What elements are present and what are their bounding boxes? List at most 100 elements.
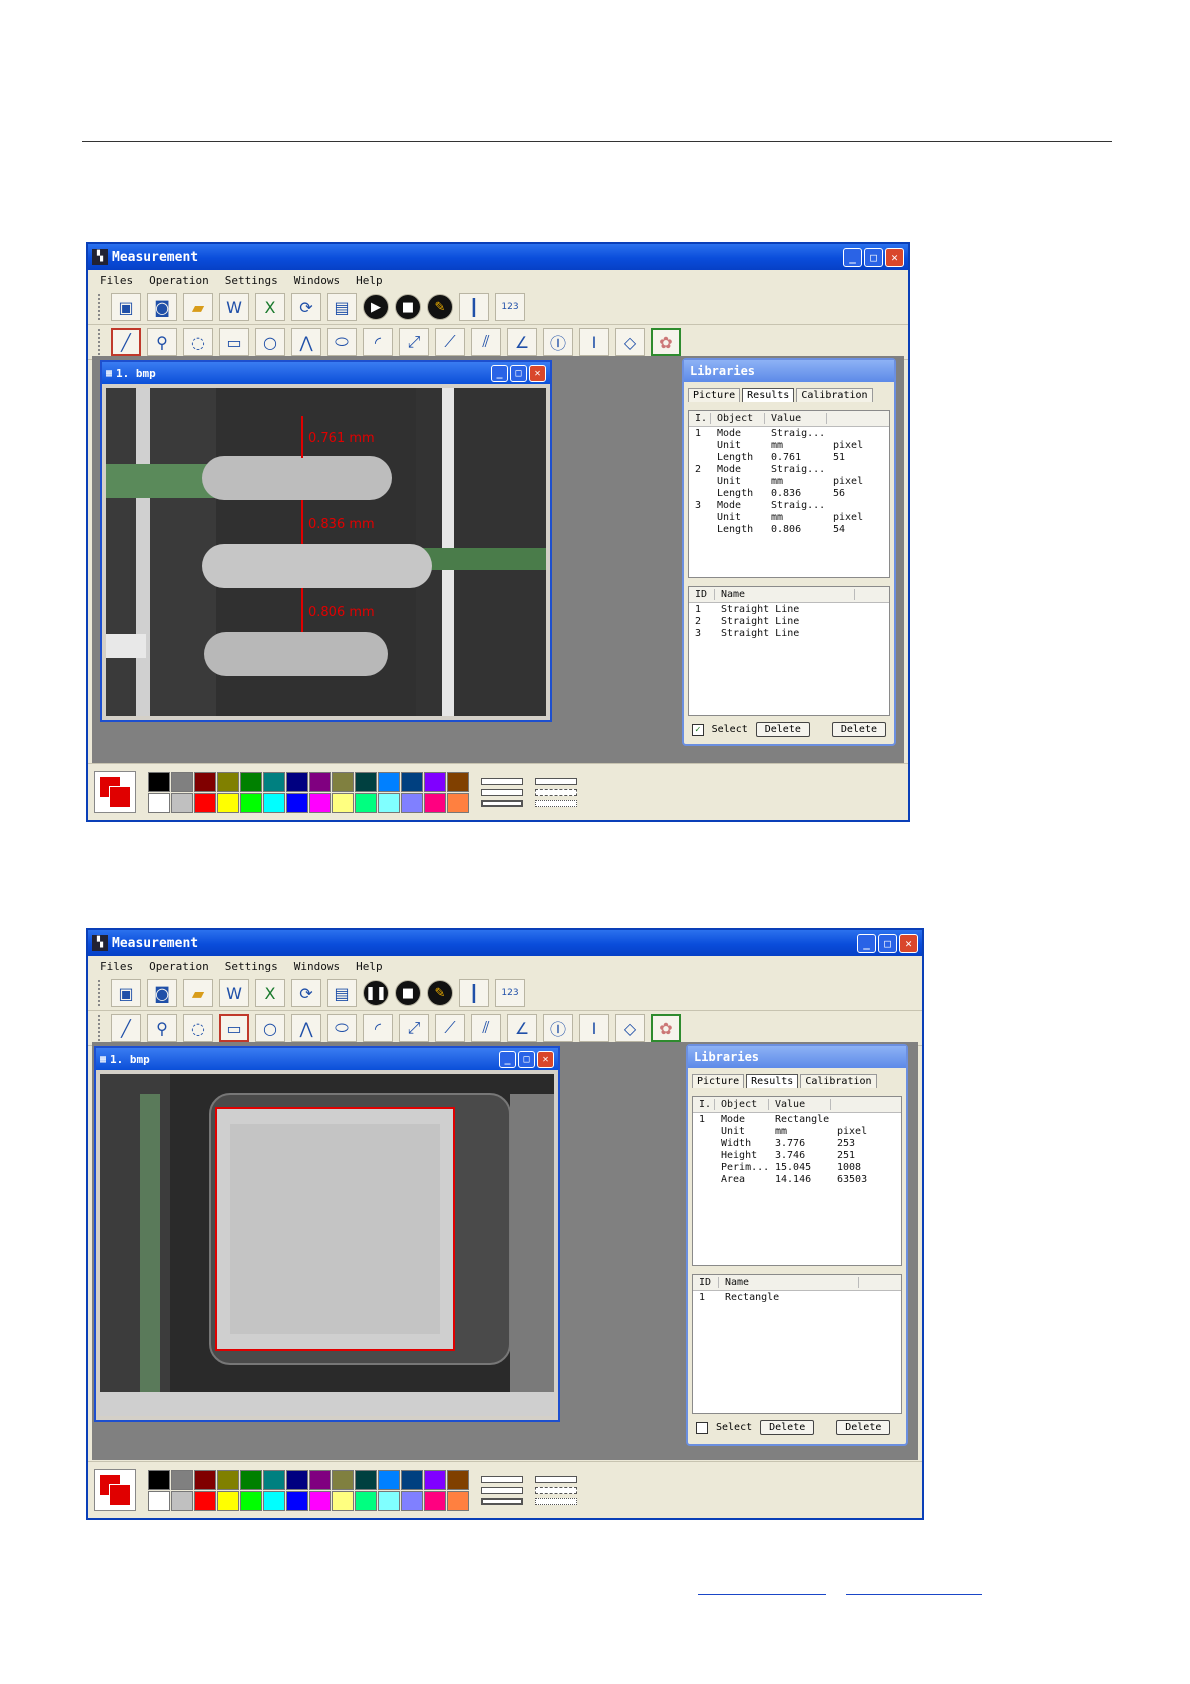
color-swatch[interactable] (240, 771, 262, 792)
ruler-icon[interactable]: ┃ (459, 979, 489, 1007)
rectangle-icon[interactable]: ▭ (219, 1014, 249, 1042)
results-list[interactable]: I. Object Value 1 Mode Straig... Unit mm pixe… (688, 410, 890, 578)
name-row[interactable]: 3 Straight Line (689, 627, 889, 639)
point-line-icon[interactable]: ⟋ (435, 1014, 465, 1042)
angle-icon[interactable]: ∠ (507, 1014, 537, 1042)
line-width-selector[interactable] (481, 777, 523, 807)
close-button[interactable]: ✕ (529, 364, 546, 382)
results-row[interactable]: Unit mm pixel (689, 439, 889, 451)
color-swatch[interactable] (355, 771, 377, 792)
minimize-button[interactable]: _ (857, 933, 876, 953)
color-swatch[interactable] (401, 1490, 423, 1511)
color-swatch[interactable] (171, 771, 193, 792)
menu-operation[interactable]: Operation (149, 960, 209, 973)
menu-help[interactable]: Help (356, 960, 383, 973)
results-row[interactable]: 1 Mode Straig... (689, 427, 889, 439)
word-export-icon[interactable]: W (219, 293, 249, 321)
color-swatch[interactable] (355, 1490, 377, 1511)
color-swatch[interactable] (148, 792, 170, 813)
col-index[interactable]: I. (693, 1099, 715, 1110)
results-list[interactable]: I. Object Value 1 Mode Rectangle Unit mm pixe… (692, 1096, 902, 1266)
col-id[interactable]: ID (693, 1277, 719, 1288)
color-swatch[interactable] (194, 1469, 216, 1490)
color-swatch[interactable] (217, 1469, 239, 1490)
color-swatch[interactable] (447, 792, 469, 813)
camera-icon[interactable]: ◙ (147, 293, 177, 321)
color-swatch[interactable] (378, 792, 400, 813)
color-swatch[interactable] (148, 771, 170, 792)
micrograph-image[interactable] (100, 1074, 554, 1416)
save-icon[interactable]: ▤ (327, 979, 357, 1007)
menu-files[interactable]: Files (100, 274, 133, 287)
ellipse-icon[interactable]: ⬭ (327, 328, 357, 356)
arc-icon[interactable]: ◜ (363, 1014, 393, 1042)
color-swatch[interactable] (217, 1490, 239, 1511)
color-swatch[interactable] (309, 1469, 331, 1490)
vertical-distance-icon[interactable]: Ⓘ (543, 328, 573, 356)
select-checkbox[interactable]: ✓ (692, 723, 704, 736)
col-value[interactable]: Value (765, 413, 827, 424)
parallel-lines-icon[interactable]: ⫽ (471, 328, 501, 356)
color-swatch[interactable] (217, 792, 239, 813)
name-row[interactable]: 1 Straight Line (689, 603, 889, 615)
polyline-icon[interactable]: ⋀ (291, 1014, 321, 1042)
current-color[interactable] (94, 771, 136, 813)
toolbar-grip[interactable] (98, 329, 103, 355)
results-row[interactable]: Width 3.776 253 (693, 1137, 901, 1149)
color-swatch[interactable] (263, 771, 285, 792)
refresh-icon[interactable]: ⟳ (291, 979, 321, 1007)
color-swatch[interactable] (332, 1490, 354, 1511)
menu-settings[interactable]: Settings (225, 960, 278, 973)
col-name[interactable]: Name (715, 589, 855, 600)
close-button[interactable]: ✕ (537, 1050, 554, 1068)
color-swatch[interactable] (286, 792, 308, 813)
color-swatch[interactable] (424, 1469, 446, 1490)
results-row[interactable]: Unit mm pixel (689, 475, 889, 487)
toolbar-grip[interactable] (98, 980, 103, 1006)
current-color[interactable] (94, 1469, 136, 1511)
col-value[interactable]: Value (769, 1099, 831, 1110)
close-button[interactable]: ✕ (899, 933, 918, 953)
color-swatch[interactable] (378, 1490, 400, 1511)
col-object[interactable]: Object (715, 1099, 769, 1110)
scale-123-icon[interactable]: 123 (495, 293, 525, 321)
diagonal-icon[interactable]: ◇ (615, 328, 645, 356)
image-window-title-bar[interactable]: ▦ 1. bmp _ □ ✕ (96, 1048, 558, 1070)
results-row[interactable]: Height 3.746 251 (693, 1149, 901, 1161)
color-swatch[interactable] (309, 1490, 331, 1511)
micrograph-image[interactable]: 0.761 mm 0.836 mm 0.806 mm (106, 388, 546, 716)
folder-open-icon[interactable]: ▰ (183, 293, 213, 321)
color-swatch[interactable] (286, 771, 308, 792)
rectangle-icon[interactable]: ▭ (219, 328, 249, 356)
color-swatch[interactable] (401, 792, 423, 813)
point-line-icon[interactable]: ⟋ (435, 328, 465, 356)
delete-all-button[interactable]: Delete (836, 1420, 891, 1435)
stop-icon[interactable]: ■ (395, 294, 421, 320)
circle-icon[interactable]: ○ (255, 1014, 285, 1042)
color-swatch[interactable] (447, 1490, 469, 1511)
color-swatch[interactable] (263, 1490, 285, 1511)
col-index[interactable]: I. (689, 413, 711, 424)
line-style-selector[interactable] (535, 777, 577, 807)
save-icon[interactable]: ▤ (327, 293, 357, 321)
color-swatch[interactable] (194, 1490, 216, 1511)
color-swatch[interactable] (148, 1469, 170, 1490)
footer-link-1[interactable] (698, 1594, 826, 1595)
delete-all-button[interactable]: Delete (831, 722, 886, 737)
menu-windows[interactable]: Windows (294, 960, 340, 973)
color-swatch[interactable] (171, 1490, 193, 1511)
wrench-icon[interactable]: ✎ (427, 980, 453, 1006)
delete-button[interactable]: Delete (760, 1420, 815, 1435)
toolbar-grip[interactable] (98, 294, 103, 320)
circle-3point-icon[interactable]: ◌ (183, 328, 213, 356)
color-swatch[interactable] (355, 792, 377, 813)
color-swatch[interactable] (171, 792, 193, 813)
delete-button[interactable]: Delete (755, 722, 810, 737)
color-swatch[interactable] (263, 792, 285, 813)
color-swatch[interactable] (424, 771, 446, 792)
minimize-button[interactable]: _ (499, 1050, 516, 1068)
color-swatch[interactable] (286, 1469, 308, 1490)
maximize-button[interactable]: □ (510, 364, 527, 382)
close-button[interactable]: ✕ (885, 247, 904, 267)
color-swatch[interactable] (447, 771, 469, 792)
